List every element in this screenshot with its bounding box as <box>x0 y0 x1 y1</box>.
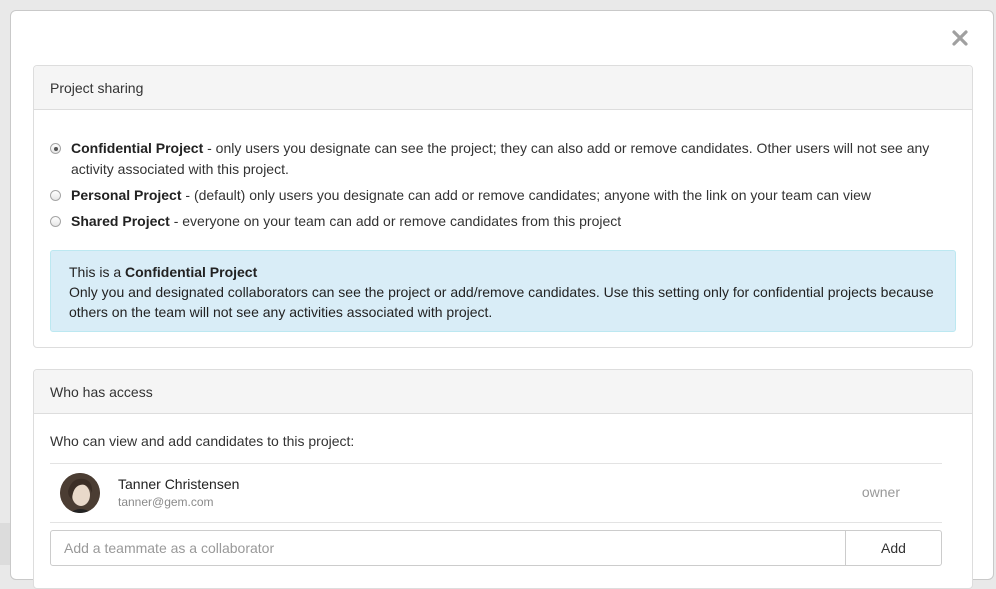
info-alert: This is a Confidential Project Only you … <box>50 250 956 332</box>
radio-option-personal[interactable]: Personal Project - (default) only users … <box>50 185 950 206</box>
project-settings-modal: Project sharing Confidential Project - o… <box>10 10 994 589</box>
who-has-access-panel: Who has access Who can view and add cand… <box>33 369 973 589</box>
access-description: Who can view and add candidates to this … <box>50 433 355 449</box>
collaborator-email: tanner@gem.com <box>118 495 214 509</box>
radio-button-personal[interactable] <box>50 190 61 201</box>
panel-heading: Who has access <box>34 370 972 414</box>
divider <box>50 522 942 523</box>
close-icon[interactable] <box>949 27 971 49</box>
info-alert-body: Only you and designated collaborators ca… <box>69 284 934 320</box>
panel-heading: Project sharing <box>34 66 972 110</box>
radio-button-confidential[interactable] <box>50 143 61 154</box>
backdrop <box>0 523 10 565</box>
add-collaborator-button[interactable]: Add <box>845 530 942 566</box>
info-alert-title: This is a Confidential Project <box>69 264 258 280</box>
radio-option-confidential[interactable]: Confidential Project - only users you de… <box>50 138 950 180</box>
add-collaborator-input[interactable] <box>50 530 846 566</box>
collaborator-row: Tanner Christensen tanner@gem.com owner <box>50 464 942 522</box>
radio-option-shared[interactable]: Shared Project - everyone on your team c… <box>50 211 950 232</box>
collaborator-name: Tanner Christensen <box>118 476 240 492</box>
radio-label: Personal Project - (default) only users … <box>71 187 871 203</box>
project-sharing-panel: Project sharing Confidential Project - o… <box>33 65 973 348</box>
avatar <box>60 473 100 513</box>
radio-label: Shared Project - everyone on your team c… <box>71 213 622 229</box>
collaborator-role: owner <box>861 484 900 500</box>
radio-label: Confidential Project - only users you de… <box>71 140 930 177</box>
radio-button-shared[interactable] <box>50 216 61 227</box>
